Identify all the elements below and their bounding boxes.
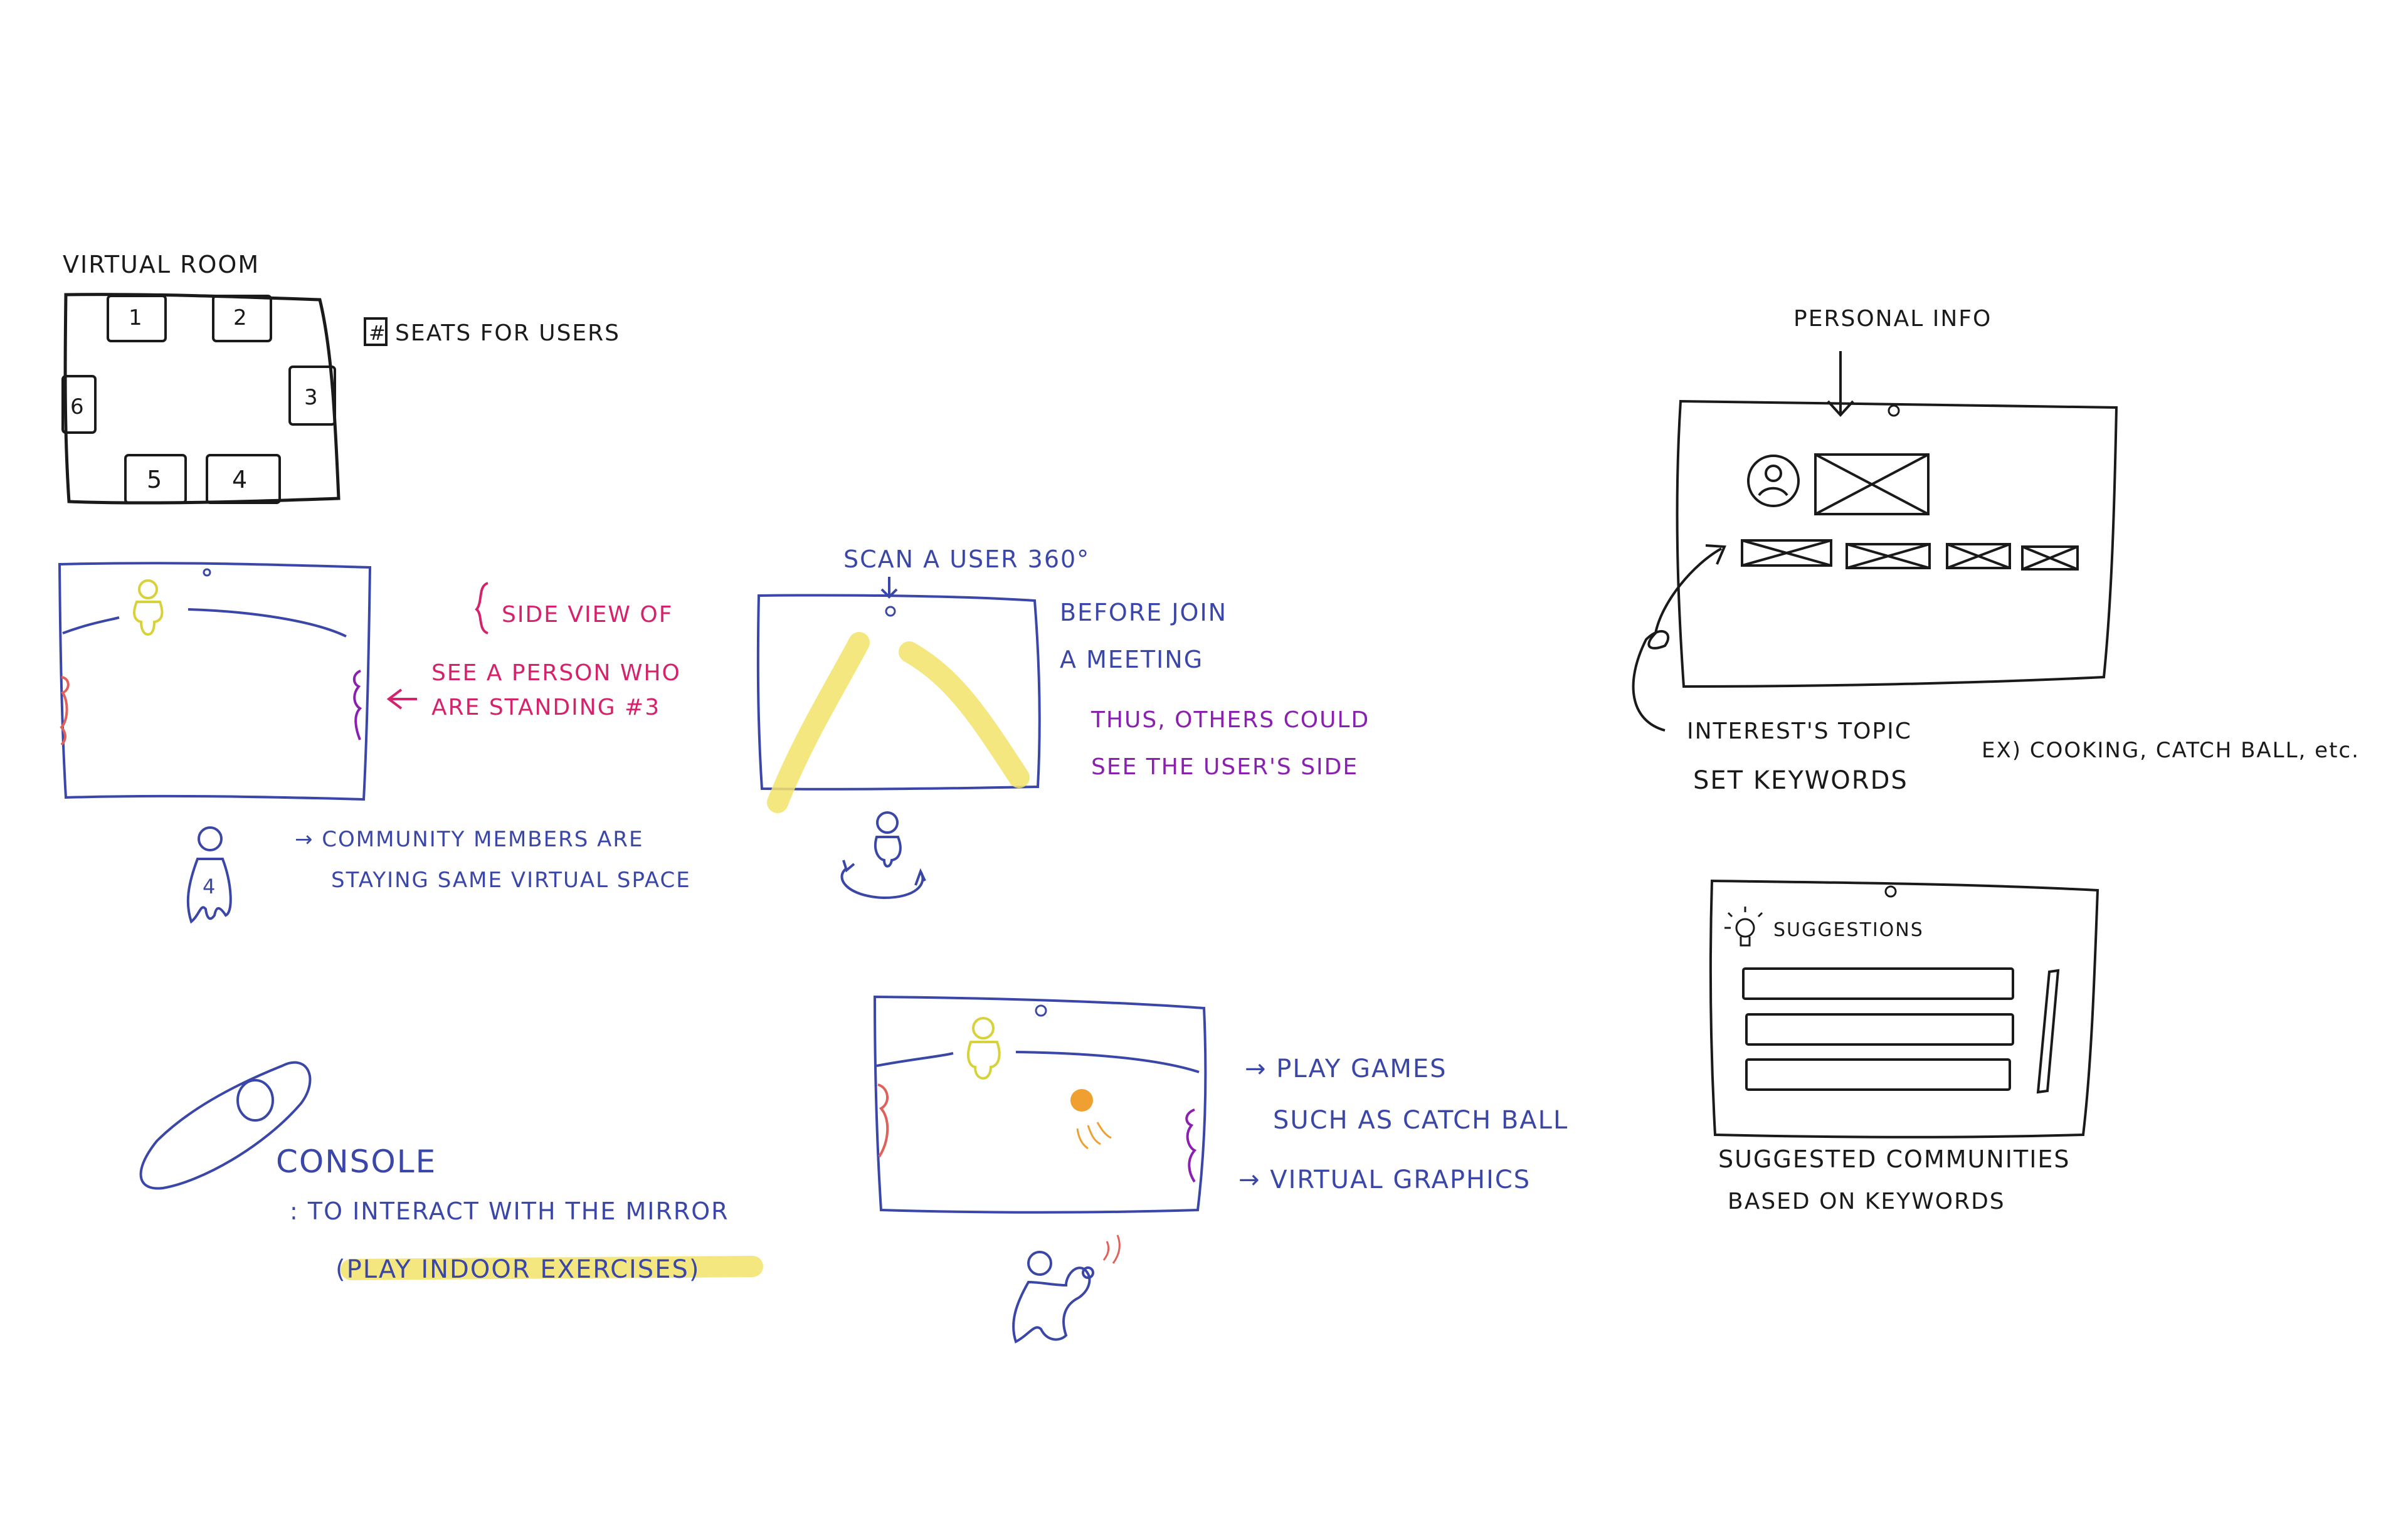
console-title: CONSOLE xyxy=(276,1144,436,1180)
console-line-1: : TO INTERACT WITH THE MIRROR xyxy=(290,1197,729,1225)
seat-3: 3 xyxy=(288,366,336,426)
games-line-1: → PLAY GAMES xyxy=(1245,1055,1447,1083)
svg-text:5: 5 xyxy=(147,466,163,493)
suggestion-item[interactable] xyxy=(1745,1058,2011,1091)
arrow-icon xyxy=(386,688,417,710)
keyword-chip xyxy=(1741,539,1832,567)
console-button-icon xyxy=(236,1079,274,1122)
suggestion-item[interactable] xyxy=(1745,1013,2014,1046)
suggestions-caption-2: BASED ON KEYWORDS xyxy=(1728,1189,2005,1214)
scan-camera-dot xyxy=(885,606,896,617)
community-line-1: → COMMUNITY MEMBERS ARE xyxy=(295,827,644,852)
purple-figure-icon xyxy=(1185,1108,1197,1183)
profile-camera-dot xyxy=(1888,404,1900,417)
brace-icon xyxy=(475,582,488,634)
console-line-2: (PLAY INDOOR EXERCISES) xyxy=(335,1255,700,1284)
svg-text:1: 1 xyxy=(129,305,144,330)
thus-line-1: THUS, OTHERS COULD xyxy=(1090,707,1370,733)
virtual-room-sketch: VIRTUAL ROOM 1 2 3 4 5 6 # SEATS FOR USE… xyxy=(61,251,620,505)
purple-figure-icon xyxy=(352,670,362,740)
games-mirror-frame xyxy=(873,995,1207,1214)
community-line-2: STAYING SAME VIRTUAL SPACE xyxy=(331,868,691,893)
suggestions-caption-1: SUGGESTED COMMUNITIES xyxy=(1718,1145,2071,1173)
suggestions-sketch: SUGGESTIONS SUGGESTED COMMUNITIES BASED … xyxy=(1709,879,2099,1214)
scan-beam-left xyxy=(767,632,870,813)
side-view-note-2: SEE A PERSON WHO xyxy=(431,660,681,686)
svg-text:2: 2 xyxy=(233,305,248,330)
seat-6: 6 xyxy=(61,375,97,434)
virtual-room-title: VIRTUAL ROOM xyxy=(63,251,260,278)
profile-sketch: PERSONAL INFO INTEREST'S TOPIC SET KEYWO… xyxy=(1632,306,2360,795)
scanned-user-icon xyxy=(840,811,926,900)
seat-1: 1 xyxy=(107,295,167,342)
yellow-figure-icon xyxy=(133,579,164,636)
suggestion-item[interactable] xyxy=(1742,967,2014,1000)
signal-lines-icon xyxy=(1102,1234,1121,1264)
lightbulb-icon xyxy=(1724,907,1763,947)
before-line-2: A MEETING xyxy=(1060,646,1203,673)
seat-2: 2 xyxy=(212,295,272,342)
ball-icon xyxy=(1070,1089,1093,1112)
player-figure-icon xyxy=(1012,1251,1094,1344)
svg-text:4: 4 xyxy=(232,466,248,493)
keyword-arrow-icon xyxy=(1705,544,1726,565)
svg-text:3: 3 xyxy=(304,385,319,410)
side-view-note-3: ARE STANDING #3 xyxy=(431,695,660,720)
seat-5: 5 xyxy=(124,454,187,504)
seat-4: 4 xyxy=(206,454,281,504)
keyword-chip xyxy=(1846,543,1931,569)
red-figure-icon xyxy=(877,1083,889,1158)
scan-beam-right xyxy=(899,641,1030,788)
console-sketch: CONSOLE : TO INTERACT WITH THE MIRROR (P… xyxy=(139,1061,763,1284)
scan-arrow-icon xyxy=(880,577,898,599)
interest-topic-label: INTEREST'S TOPIC xyxy=(1687,718,1912,744)
seat-note-text: SEATS FOR USERS xyxy=(395,320,620,346)
mirror-frame xyxy=(58,562,372,801)
side-view-sketch: SIDE VIEW OF SEE A PERSON WHO ARE STANDI… xyxy=(58,562,691,924)
scan-sketch: SCAN A USER 360° BEFORE JOIN A MEETING T… xyxy=(756,545,1370,900)
games-floor-line-right xyxy=(1015,1051,1200,1073)
floor-line-right xyxy=(187,608,347,638)
personal-info-label: PERSONAL INFO xyxy=(1793,306,1992,332)
suggestions-header: SUGGESTIONS xyxy=(1773,919,1924,941)
scan-title: SCAN A USER 360° xyxy=(843,545,1090,573)
suggestions-camera-dot xyxy=(1884,885,1897,898)
avatar-icon xyxy=(1747,455,1800,507)
room-outline xyxy=(63,293,341,505)
keyword-chip xyxy=(2021,545,2079,571)
camera-dot xyxy=(203,568,211,577)
keyword-examples: EX) COOKING, CATCH BALL, etc. xyxy=(1982,738,2360,763)
svg-text:6: 6 xyxy=(70,394,85,419)
games-camera-dot xyxy=(1035,1004,1047,1017)
profile-image-placeholder xyxy=(1814,453,1930,515)
games-line-2: SUCH AS CATCH BALL xyxy=(1273,1106,1568,1135)
keyword-chip xyxy=(1946,543,2011,569)
before-line-1: BEFORE JOIN xyxy=(1060,599,1227,626)
personal-info-arrow-icon xyxy=(1827,351,1854,417)
motion-lines-icon xyxy=(1076,1122,1112,1150)
user-number: 4 xyxy=(203,875,216,898)
thus-line-2: SEE THE USER'S SIDE xyxy=(1091,754,1358,780)
seat-note-symbol: # xyxy=(369,321,387,345)
games-line-3: → VIRTUAL GRAPHICS xyxy=(1238,1165,1531,1194)
games-floor-line-left xyxy=(876,1052,954,1067)
scrollbar[interactable] xyxy=(2036,969,2060,1094)
games-sketch: → PLAY GAMES SUCH AS CATCH BALL → VIRTUA… xyxy=(873,995,1568,1344)
sketch-canvas: VIRTUAL ROOM 1 2 3 4 5 6 # SEATS FOR USE… xyxy=(58,251,2360,1344)
side-view-note-1: SIDE VIEW OF xyxy=(502,602,673,628)
set-keywords-label: SET KEYWORDS xyxy=(1693,766,1908,795)
floor-line-left xyxy=(62,616,120,634)
yellow-figure-icon xyxy=(967,1017,1001,1080)
